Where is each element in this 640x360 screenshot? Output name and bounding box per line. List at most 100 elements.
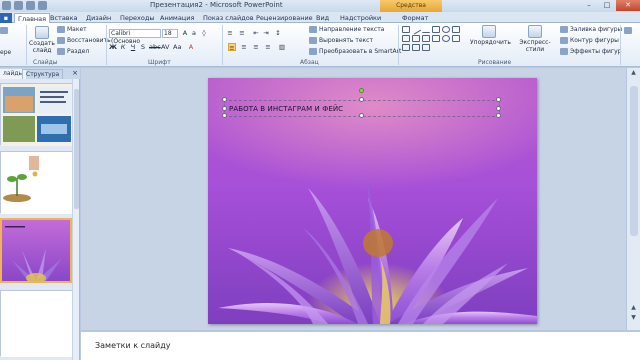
shapes-gallery[interactable] xyxy=(402,24,466,52)
resize-handle-tl[interactable] xyxy=(222,97,227,102)
redo-icon[interactable] xyxy=(38,1,47,10)
align-left-button[interactable]: ≡ xyxy=(228,43,236,52)
increase-indent-icon[interactable]: ⇥ xyxy=(262,29,270,37)
rotation-handle[interactable] xyxy=(359,88,364,93)
next-slide-icon[interactable]: ▼ xyxy=(627,314,640,323)
align-center-button[interactable]: ≡ xyxy=(240,43,248,51)
resize-handle-b[interactable] xyxy=(359,113,364,118)
shape-star-icon[interactable] xyxy=(432,35,440,42)
shape-callout-icon[interactable] xyxy=(452,35,460,42)
slide-canvas[interactable] xyxy=(208,78,537,324)
bullets-icon[interactable]: ≡ xyxy=(226,29,234,37)
scroll-thumb[interactable] xyxy=(630,86,638,236)
italic-button[interactable]: К xyxy=(119,43,127,51)
slide-thumbnail-2[interactable] xyxy=(0,151,73,214)
resize-handle-bl[interactable] xyxy=(222,113,227,118)
text-direction-button[interactable]: Направление текста xyxy=(309,26,384,33)
paste-icon[interactable] xyxy=(0,27,10,34)
slide-thumbnail-3-selected[interactable] xyxy=(0,218,72,283)
layout-button[interactable]: Макет xyxy=(57,26,87,33)
justify-button[interactable]: ≡ xyxy=(264,43,272,51)
shape-triangle-icon[interactable] xyxy=(402,35,410,42)
tab-view[interactable]: Вид xyxy=(316,13,329,23)
shape-line-icon[interactable] xyxy=(410,24,422,35)
shape-effects-button[interactable]: Эффекты фигур xyxy=(560,48,621,55)
tab-transitions[interactable]: Переходы xyxy=(120,13,154,23)
undo-icon[interactable] xyxy=(26,1,35,10)
resize-handle-br[interactable] xyxy=(496,113,501,118)
slide-thumbnail-4[interactable] xyxy=(0,290,73,357)
notes-placeholder[interactable]: Заметки к слайду xyxy=(95,341,170,350)
file-tab[interactable]: ▪ xyxy=(0,13,12,23)
notes-pane[interactable]: Заметки к слайду xyxy=(81,330,640,360)
resize-handle-l[interactable] xyxy=(222,106,227,111)
shape-fill-button[interactable]: Заливка фигуры xyxy=(560,26,622,33)
slides-pane-scrollbar[interactable] xyxy=(72,79,79,360)
minimize-button[interactable]: – xyxy=(580,0,598,11)
vertical-scrollbar[interactable]: ▲ ▲ ▼ xyxy=(626,68,640,330)
arrange-button[interactable]: Упорядочить xyxy=(470,25,511,46)
scroll-thumb[interactable] xyxy=(74,89,79,209)
tab-outline[interactable]: Структура xyxy=(22,69,64,79)
columns-button[interactable]: ▥ xyxy=(278,43,286,51)
tab-slideshow[interactable]: Показ слайдов xyxy=(203,13,254,23)
tab-addins[interactable]: Надстройки xyxy=(340,13,381,23)
case-button[interactable]: Aa xyxy=(173,43,181,51)
tab-design[interactable]: Дизайн xyxy=(86,13,111,23)
slide-title-text[interactable]: РАБОТА В ИНСТАГРАМ И ФЕЙС xyxy=(229,105,343,113)
resize-handle-tr[interactable] xyxy=(496,97,501,102)
spacing-button[interactable]: AV xyxy=(161,43,169,51)
align-text-button[interactable]: Выровнять текст xyxy=(309,37,373,44)
create-slide-button[interactable]: Создать слайд xyxy=(29,26,55,54)
shape-rounded-icon[interactable] xyxy=(452,26,460,33)
underline-button[interactable]: Ч xyxy=(129,43,137,51)
shape-textbox-icon[interactable] xyxy=(402,26,410,33)
section-button[interactable]: Раздел xyxy=(57,48,89,55)
section-label: Раздел xyxy=(67,48,90,55)
shape-rectangle-icon[interactable] xyxy=(432,26,440,33)
align-right-button[interactable]: ≡ xyxy=(252,43,260,51)
shrink-font-icon[interactable]: a xyxy=(190,29,198,37)
numbering-icon[interactable]: ≡ xyxy=(238,29,246,37)
shape-bracket-icon[interactable] xyxy=(412,35,420,42)
resize-handle-r[interactable] xyxy=(496,106,501,111)
scroll-up-icon[interactable]: ▲ xyxy=(627,69,640,78)
prev-slide-icon[interactable]: ▲ xyxy=(627,304,640,313)
maximize-button[interactable]: □ xyxy=(598,0,616,11)
restore-button[interactable]: Восстановить xyxy=(57,37,111,44)
quick-styles-button[interactable]: Экспресс-стили xyxy=(512,25,558,53)
decrease-indent-icon[interactable]: ⇤ xyxy=(252,29,260,37)
line-spacing-icon[interactable]: ↕ xyxy=(274,29,282,37)
convert-smartart-button[interactable]: Преобразовать в SmartArt xyxy=(309,48,401,55)
shape-oval-icon[interactable] xyxy=(442,26,450,33)
grow-font-icon[interactable]: A xyxy=(181,29,189,37)
save-icon[interactable] xyxy=(14,1,23,10)
shape-brace-icon[interactable] xyxy=(402,44,410,51)
shape-more-icon[interactable] xyxy=(422,44,430,51)
shadow-button[interactable]: S xyxy=(139,43,147,51)
clear-format-icon[interactable]: ◊ xyxy=(200,29,208,37)
tab-review[interactable]: Рецензирование xyxy=(256,13,313,23)
tab-animation[interactable]: Анимация xyxy=(160,13,194,23)
tab-insert[interactable]: Вставка xyxy=(50,13,78,23)
shape-circle-icon[interactable] xyxy=(442,35,450,42)
app-icon[interactable] xyxy=(2,1,11,10)
font-size-combo[interactable]: 18 xyxy=(162,29,178,38)
tab-format[interactable]: Формат xyxy=(402,13,428,23)
font-name-combo[interactable]: Calibri (Основно xyxy=(109,29,161,45)
bold-button[interactable]: Ж xyxy=(109,43,117,51)
strikethrough-button[interactable]: abc xyxy=(149,43,161,51)
shape-arrow-right-icon[interactable] xyxy=(422,35,430,42)
shape-arrow-icon[interactable] xyxy=(422,26,430,33)
quick-styles-label: Экспресс-стили xyxy=(519,39,551,53)
close-pane-icon[interactable]: × xyxy=(72,69,78,77)
shape-outline-button[interactable]: Контур фигуры xyxy=(560,37,619,44)
font-color-button[interactable]: A xyxy=(187,43,195,51)
find-icon[interactable] xyxy=(624,27,634,34)
slide-thumbnail-1[interactable] xyxy=(0,83,73,146)
slide-1-preview xyxy=(1,84,73,146)
shape-star2-icon[interactable] xyxy=(412,44,420,51)
resize-handle-t[interactable] xyxy=(359,97,364,102)
tab-home[interactable]: Главная xyxy=(14,13,51,23)
close-button[interactable]: ✕ xyxy=(616,0,640,11)
